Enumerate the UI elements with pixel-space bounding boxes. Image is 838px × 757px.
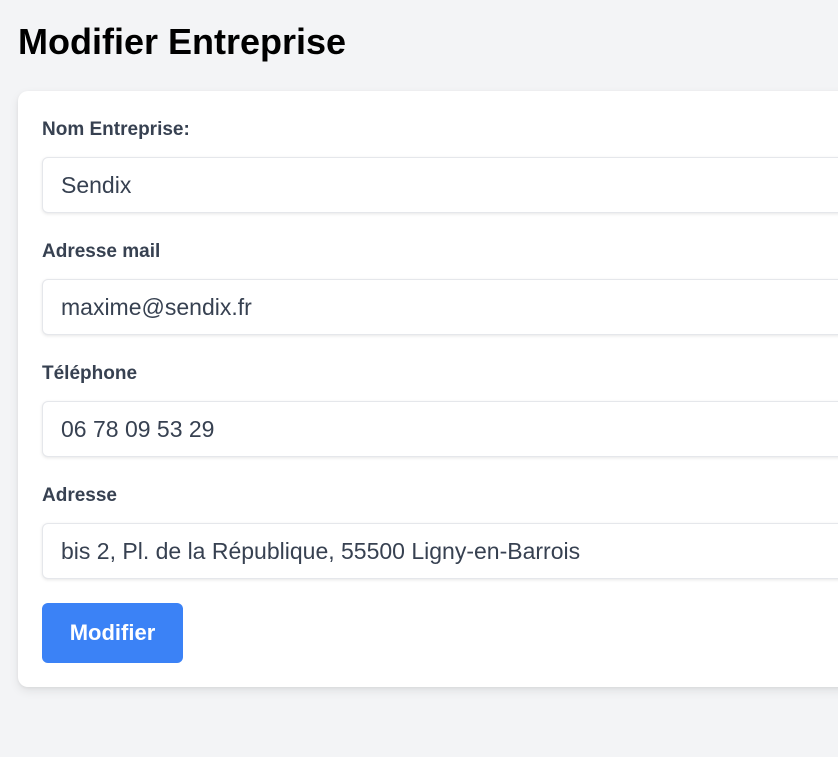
phone-label: Téléphone: [42, 363, 138, 384]
address-input[interactable]: [42, 523, 838, 579]
edit-company-form: Nom Entreprise: Adresse mail Téléphone A…: [18, 91, 838, 687]
page-title: Modifier Entreprise: [18, 21, 347, 62]
company-name-label: Nom Entreprise:: [42, 119, 190, 140]
address-label: Adresse: [42, 485, 117, 506]
email-label: Adresse mail: [42, 241, 161, 262]
company-name-input[interactable]: [42, 157, 838, 213]
email-input[interactable]: [42, 279, 838, 335]
phone-input[interactable]: [42, 401, 838, 457]
modify-button[interactable]: Modifier: [42, 603, 183, 663]
